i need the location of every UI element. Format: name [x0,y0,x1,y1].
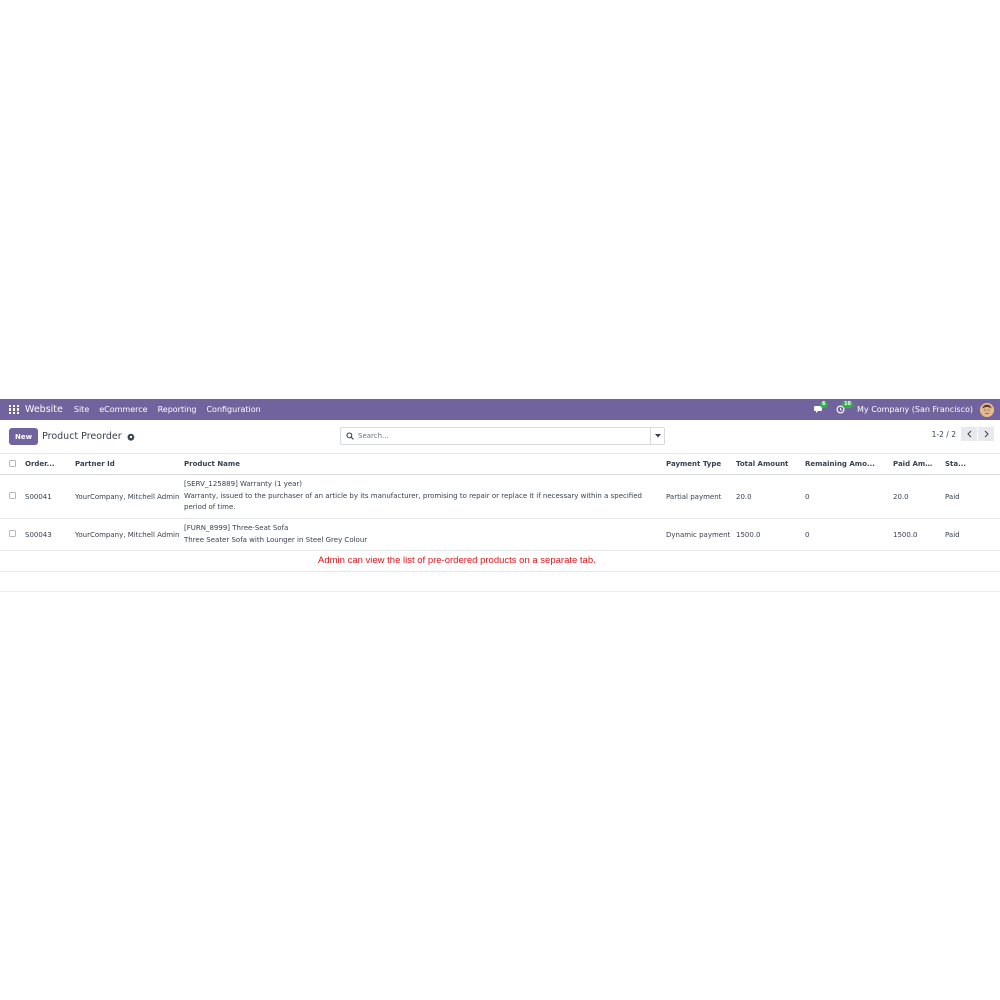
search-bar [340,427,665,445]
menu-configuration[interactable]: Configuration [206,405,260,414]
cell-remaining-amount: 0 [805,530,810,539]
gear-icon [126,432,135,441]
app-root: Website Site eCommerce Reporting Configu… [0,399,1000,600]
cell-state: Paid [945,492,960,501]
menu-ecommerce[interactable]: eCommerce [99,405,147,414]
column-header-remaining-amount[interactable]: Remaining Amo... [801,454,889,475]
apps-menu-icon[interactable] [9,404,19,415]
annotation-row: Admin can view the list of pre-ordered p… [0,551,1000,572]
preorder-list-table: Order... Partner Id Product Name Payment… [0,453,1000,551]
empty-row [0,572,1000,592]
cell-partner: YourCompany, Mitchell Admin [75,530,180,539]
new-button[interactable]: New [9,428,39,445]
cell-order: S00043 [25,530,52,539]
messages-badge: 6 [820,401,828,408]
row-select-cell [0,519,21,551]
column-header-state[interactable]: Sta... [941,454,1000,475]
search-options-toggle[interactable] [650,428,664,444]
select-all-cell [0,454,21,475]
product-name-line-1: [FURN_8999] Three-Seat Sofa [184,524,289,532]
pager-value[interactable]: 1-2 / 2 [932,430,956,439]
cell-paid-amount: 1500.0 [893,530,918,539]
column-header-paid-amount[interactable]: Paid Amount [889,454,941,475]
navbar-systray: 6 10 My Company (San Francisco) [814,401,994,417]
activity-badge: 10 [842,401,853,408]
cell-partner: YourCompany, Mitchell Admin [75,492,180,501]
user-avatar-icon [980,402,994,417]
cell-state: Paid [945,530,960,539]
page-title: Product Preorder [42,431,122,442]
actions-gear-button[interactable] [126,432,135,441]
pager: 1-2 / 2 [932,427,994,441]
row-checkbox[interactable] [9,492,16,499]
cell-remaining-amount: 0 [805,492,810,501]
chevron-left-icon [966,430,971,438]
cell-total-amount: 20.0 [736,492,752,501]
pager-previous-button[interactable] [961,427,977,441]
control-panel: New Product Preorder 1-2 / 2 [0,420,1000,453]
cell-total-amount: 1500.0 [736,530,761,539]
product-name-line-2: Warranty, issued to the purchaser of an … [184,491,642,512]
caret-down-icon [654,434,661,438]
column-header-product-name[interactable]: Product Name [180,454,662,475]
pager-next-button[interactable] [978,427,994,441]
table-row[interactable]: S00043 YourCompany, Mitchell Admin [FURN… [0,519,1000,551]
product-name-line-2: Three Seater Sofa with Lounger in Steel … [184,535,368,544]
menu-site[interactable]: Site [74,405,89,414]
company-switcher[interactable]: My Company (San Francisco) [857,405,973,414]
row-checkbox[interactable] [9,530,16,537]
search-icon [346,432,354,440]
row-select-cell [0,475,21,519]
menu-reporting[interactable]: Reporting [158,405,197,414]
cell-paid-amount: 20.0 [893,492,909,501]
cell-payment-type: Dynamic payment [666,530,731,539]
table-header-row: Order... Partner Id Product Name Payment… [0,453,1000,475]
activity-button[interactable]: 10 [836,401,853,414]
top-navbar: Website Site eCommerce Reporting Configu… [0,399,1000,420]
table-row[interactable]: S00041 YourCompany, Mitchell Admin [SERV… [0,475,1000,519]
app-name[interactable]: Website [25,404,63,415]
product-name-line-1: [SERV_125889] Warranty (1 year) [184,480,303,489]
cell-product-name: [SERV_125889] Warranty (1 year) Warranty… [180,475,662,519]
column-header-payment-type[interactable]: Payment Type [662,454,732,475]
cell-product-name: [FURN_8999] Three-Seat Sofa Three Seater… [180,519,662,551]
annotation-text: Admin can view the list of pre-ordered p… [318,555,596,566]
cell-order: S00041 [25,492,52,501]
column-header-partner[interactable]: Partner Id [71,454,180,475]
column-header-total-amount[interactable]: Total Amount [732,454,801,475]
user-avatar[interactable] [980,402,994,417]
cell-payment-type: Partial payment [666,492,722,501]
column-header-order[interactable]: Order... [21,454,71,475]
search-input[interactable] [354,432,650,440]
chevron-right-icon [984,430,989,438]
messages-button[interactable]: 6 [814,401,828,414]
select-all-checkbox[interactable] [9,459,16,467]
